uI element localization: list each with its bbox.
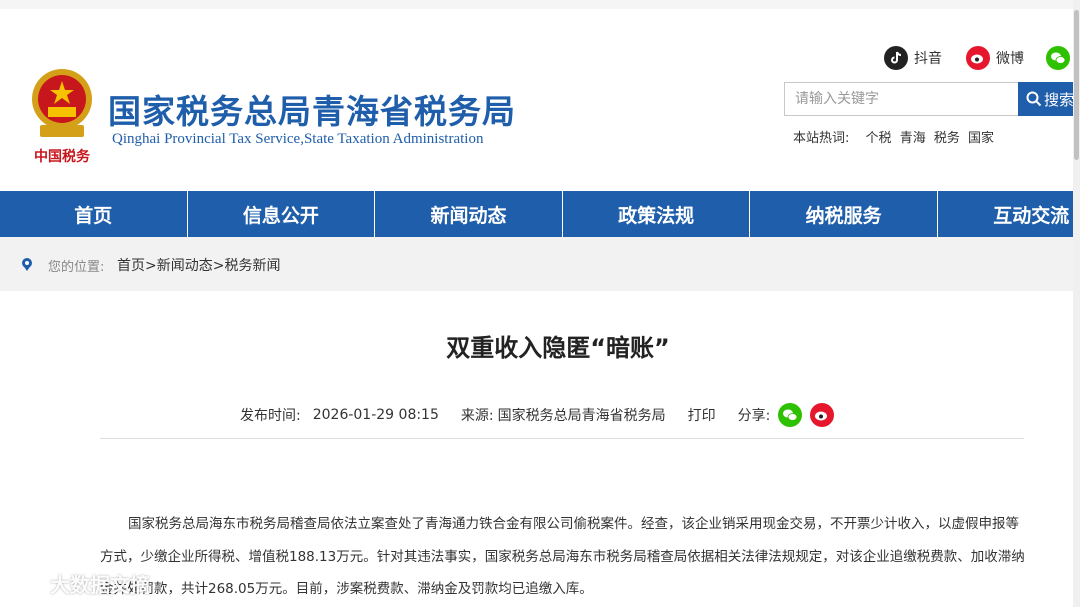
source-value: 国家税务总局青海省税务局 xyxy=(497,408,666,424)
nav-item-news[interactable]: 新闻动态 xyxy=(375,191,563,237)
nav-item-home[interactable]: 首页 xyxy=(0,191,188,237)
watermark-text: 大数据文摘 xyxy=(50,572,150,597)
share-wechat-icon[interactable] xyxy=(778,403,803,427)
breadcrumb-path[interactable]: 首页>新闻动态>税务新闻 xyxy=(117,255,280,275)
nav-item-policy[interactable]: 政策法规 xyxy=(563,191,751,237)
site-title-en: Qinghai Provincial Tax Service,State Tax… xyxy=(112,131,484,147)
weibo-icon xyxy=(966,46,990,70)
print-button[interactable]: 打印 xyxy=(688,405,716,425)
publish-time: 2026-01-29 08:15 xyxy=(312,407,439,423)
wechat-link[interactable] xyxy=(1046,45,1076,71)
share-weibo-icon[interactable] xyxy=(810,403,835,427)
article-paragraph: 国家税务总局海东市税务局稽查局依法立案查处了青海通力铁合金有限公司偷税案件。经查… xyxy=(100,516,1025,597)
divider xyxy=(100,438,1024,439)
source-label: 来源: xyxy=(460,408,494,424)
hot-words: 本站热词: 个税 青海 税务 国家 xyxy=(793,127,998,146)
wechat-icon xyxy=(1046,46,1070,70)
hot-words-label: 本站热词: xyxy=(793,131,850,146)
scrollbar[interactable] xyxy=(1073,0,1080,607)
hot-word-link[interactable]: 国家 xyxy=(968,131,994,146)
weibo-link[interactable]: 微博 xyxy=(966,45,1024,71)
nav-item-tax-service[interactable]: 纳税服务 xyxy=(750,191,938,237)
hot-word-link[interactable]: 个税 xyxy=(866,131,892,146)
article-title: 双重收入隐匿“暗账” xyxy=(446,334,670,362)
nav-item-interaction[interactable]: 互动交流 xyxy=(938,191,1080,237)
main-nav: 首页 信息公开 新闻动态 政策法规 纳税服务 互动交流 xyxy=(0,191,1080,237)
scrollbar-thumb[interactable] xyxy=(1074,10,1079,160)
hot-word-link[interactable]: 税务 xyxy=(934,131,960,146)
search-button[interactable]: 搜索 xyxy=(1018,82,1080,116)
article-meta: 发布时间: 2026-01-29 08:15 来源: 国家税务总局青海省税务局 … xyxy=(240,402,835,428)
location-pin-icon xyxy=(22,258,32,271)
breadcrumb: 您的位置: 首页>新闻动态>税务新闻 xyxy=(0,237,1080,291)
search-icon xyxy=(1026,91,1042,107)
article-body: 国家税务总局海东市税务局稽查局依法立案查处了青海通力铁合金有限公司偷税案件。经查… xyxy=(100,508,1030,606)
publish-label: 发布时间: xyxy=(240,408,301,424)
douyin-icon xyxy=(884,46,908,70)
breadcrumb-label: 您的位置: xyxy=(48,260,105,275)
site-title: 国家税务总局青海省税务局 xyxy=(108,92,516,131)
weibo-label: 微博 xyxy=(996,51,1024,67)
nav-item-info-disclosure[interactable]: 信息公开 xyxy=(188,191,376,237)
search-input[interactable] xyxy=(784,82,1018,116)
tax-emblem-logo: 中国税务 xyxy=(32,69,92,165)
top-strip xyxy=(0,0,1080,9)
svg-text:中国税务: 中国税务 xyxy=(34,148,91,165)
search-box: 搜索 xyxy=(784,82,1080,116)
search-button-label: 搜索 xyxy=(1044,90,1075,109)
watermark: 大数据文摘 xyxy=(6,568,150,598)
watermark-logo-icon xyxy=(6,573,44,593)
douyin-link[interactable]: 抖音 xyxy=(884,45,942,71)
site-header: 中国税务 国家税务总局青海省税务局 Qinghai Provincial Tax… xyxy=(0,9,1080,191)
hot-word-link[interactable]: 青海 xyxy=(900,131,926,146)
douyin-label: 抖音 xyxy=(914,51,942,67)
share-label: 分享: xyxy=(737,408,771,424)
